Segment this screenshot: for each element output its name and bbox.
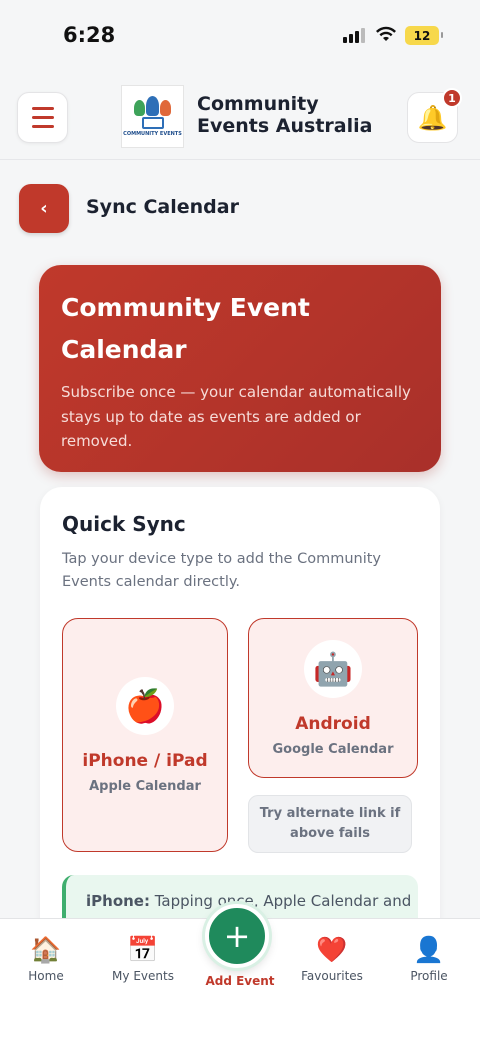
bell-icon: 🔔 — [417, 103, 448, 132]
profile-icon: 👤 — [413, 935, 445, 964]
battery-level: 12 — [413, 28, 431, 43]
cellular-signal-icon — [343, 28, 365, 43]
nav-profile[interactable]: 👤 Profile — [384, 935, 474, 983]
device-name: iPhone / iPad — [82, 750, 208, 771]
heart-icon: ❤️ — [316, 935, 348, 964]
hero-title: Community Event Calendar — [61, 293, 310, 364]
wifi-icon — [376, 26, 396, 41]
bottom-navigation: 🏠 Home 📅 My Events + Add Event ❤️ Favour… — [0, 904, 480, 1041]
device-name: Android — [295, 713, 371, 734]
app-logo: COMMUNITY EVENTS — [121, 85, 184, 148]
iphone-sync-button[interactable]: 🍎 iPhone / iPad Apple Calendar — [62, 618, 228, 852]
page-title: Sync Calendar — [86, 196, 239, 218]
nav-label: Favourites — [301, 969, 363, 983]
calendar-icon: 📅 — [127, 935, 159, 964]
nav-label: My Events — [112, 969, 174, 983]
device-app: Apple Calendar — [89, 778, 201, 794]
quick-sync-title: Quick Sync — [62, 512, 186, 536]
add-event-label[interactable]: Add Event — [190, 974, 290, 988]
status-time: 6:28 — [63, 23, 116, 47]
robot-icon: 🤖 — [304, 639, 362, 698]
people-icon — [134, 96, 171, 116]
hero-card: Community Event Calendar Subscribe once … — [39, 265, 441, 472]
hero-subtitle: Subscribe once — your calendar automatic… — [61, 383, 411, 450]
nav-my-events[interactable]: 📅 My Events — [98, 935, 188, 983]
apple-icon: 🍎 — [116, 676, 174, 735]
calendar-icon — [141, 117, 164, 129]
battery-icon: 12 — [405, 26, 443, 45]
plus-icon: + — [223, 917, 251, 955]
status-bar: 6:28 12 — [0, 0, 480, 70]
android-sync-button[interactable]: 🤖 Android Google Calendar — [248, 618, 418, 778]
note-label: iPhone: — [86, 892, 150, 910]
app-header: COMMUNITY EVENTS Community Events Austra… — [0, 70, 480, 160]
chevron-left-icon: ‹ — [40, 198, 48, 219]
nav-favourites[interactable]: ❤️ Favourites — [287, 935, 377, 983]
add-event-button[interactable]: + — [205, 904, 269, 968]
nav-home[interactable]: 🏠 Home — [1, 935, 91, 983]
brand-title: Community Events Australia — [197, 93, 373, 137]
alternate-link-button[interactable]: Try alternate link if above fails — [248, 795, 412, 853]
quick-sync-subtitle: Tap your device type to add the Communit… — [62, 551, 381, 590]
note-text: Tapping once, Apple Calendar and — [149, 892, 412, 910]
nav-label: Home — [28, 969, 64, 983]
logo-text: COMMUNITY EVENTS — [123, 131, 182, 137]
back-button[interactable]: ‹ — [19, 184, 69, 233]
quick-sync-card: Quick Sync Tap your device type to add t… — [40, 487, 440, 957]
house-icon: 🏠 — [30, 935, 62, 964]
notification-badge: 1 — [442, 88, 462, 108]
device-app: Google Calendar — [272, 741, 394, 757]
nav-label: Profile — [410, 969, 448, 983]
hamburger-icon — [31, 107, 54, 110]
menu-button[interactable] — [17, 92, 68, 143]
